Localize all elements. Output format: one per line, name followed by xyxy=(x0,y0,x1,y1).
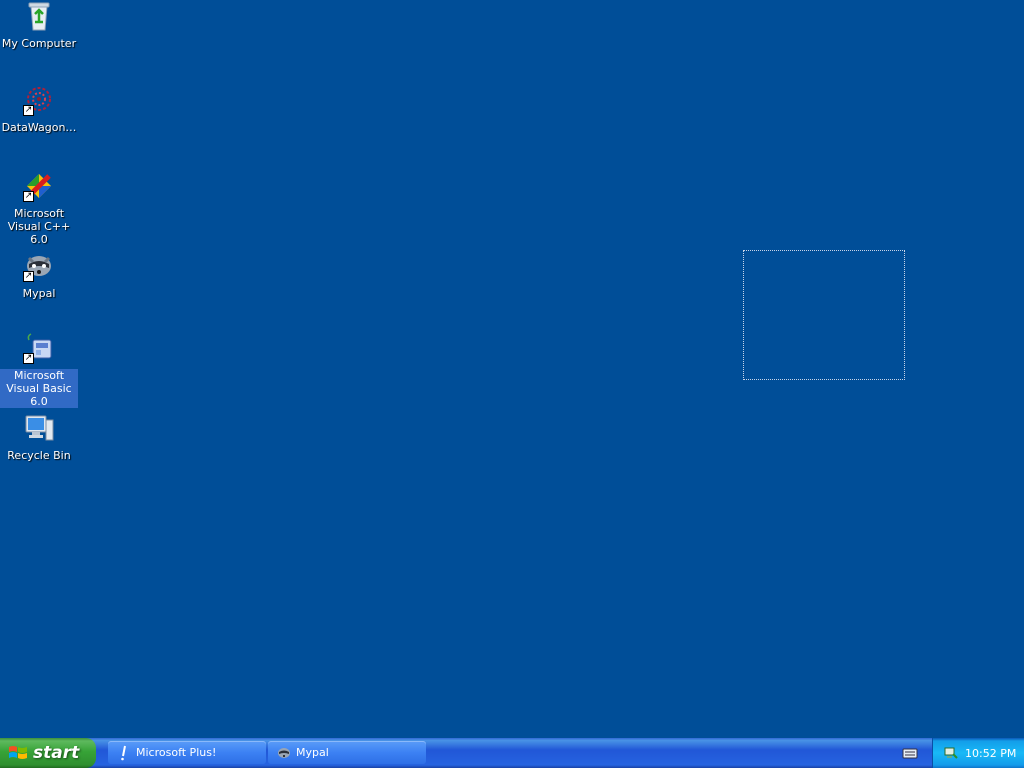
datawagon-icon: ↗ xyxy=(23,84,55,116)
start-button[interactable]: start xyxy=(0,738,96,768)
network-icon[interactable] xyxy=(943,745,959,761)
task-label: Microsoft Plus! xyxy=(136,746,217,759)
windows-flag-icon xyxy=(9,746,27,759)
exclamation-icon xyxy=(121,745,126,760)
visual-cpp-icon: ↗ xyxy=(23,170,55,202)
raccoon-icon xyxy=(278,747,290,758)
taskbar-item-microsoft-plus[interactable]: Microsoft Plus! xyxy=(108,741,266,764)
icon-label: Recycle Bin xyxy=(7,449,71,462)
desktop-icon-recycle-bin[interactable]: Recycle Bin xyxy=(0,412,78,462)
desktop-icon-visual-basic[interactable]: ↗ Microsoft Visual Basic 6.0 xyxy=(0,332,78,408)
icon-label: Microsoft Visual Basic 6.0 xyxy=(0,369,78,408)
shortcut-arrow-icon: ↗ xyxy=(23,191,34,202)
shortcut-arrow-icon: ↗ xyxy=(23,105,34,116)
taskbar-item-mypal[interactable]: Mypal xyxy=(268,741,426,764)
icon-label: My Computer xyxy=(1,37,77,50)
icon-label: Mypal xyxy=(22,287,56,300)
raccoon-icon: ↗ xyxy=(23,250,55,282)
visual-basic-icon: ↗ xyxy=(23,332,55,364)
shortcut-arrow-icon: ↗ xyxy=(23,353,34,364)
keyboard-icon[interactable] xyxy=(902,746,918,760)
computer-icon xyxy=(23,412,55,444)
clock[interactable]: 10:52 PM xyxy=(965,747,1016,760)
desktop-icon-datawagon[interactable]: ↗ DataWagon… xyxy=(0,84,78,134)
desktop-icon-my-computer[interactable]: My Computer xyxy=(0,0,78,50)
icon-label: DataWagon… xyxy=(1,121,77,134)
start-label: start xyxy=(33,743,80,763)
system-tray: 10:52 PM xyxy=(932,738,1024,768)
shortcut-arrow-icon: ↗ xyxy=(23,271,34,282)
task-label: Mypal xyxy=(296,746,329,759)
selection-marquee xyxy=(743,250,905,380)
desktop-icon-visual-cpp[interactable]: ↗ Microsoft Visual C++ 6.0 xyxy=(0,170,78,246)
taskbar[interactable]: start Microsoft Plus! Mypal 10:52 PM xyxy=(0,738,1024,768)
desktop-icon-mypal[interactable]: ↗ Mypal xyxy=(0,250,78,300)
recycle-icon xyxy=(23,0,55,32)
desktop[interactable]: My Computer ↗ DataWagon… ↗ Microsoft Vis… xyxy=(0,0,1024,738)
icon-label: Microsoft Visual C++ 6.0 xyxy=(7,207,71,246)
